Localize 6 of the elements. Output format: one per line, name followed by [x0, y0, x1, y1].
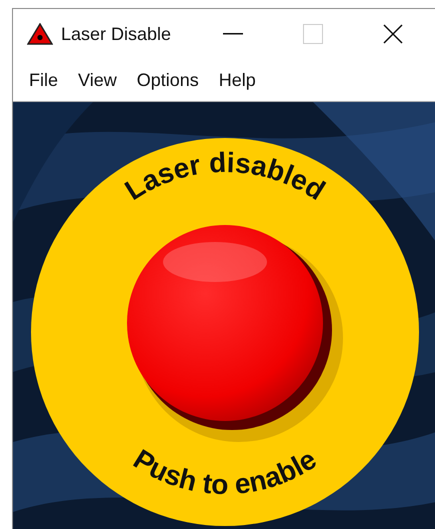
menu-item[interactable]: Options: [134, 66, 201, 94]
push-to-enable-label: Push to enable: [128, 443, 322, 500]
menu-item[interactable]: Help: [216, 66, 258, 94]
menu-item[interactable]: View: [76, 66, 119, 94]
menu-item[interactable]: File: [27, 66, 60, 94]
window-title: Laser Disable: [61, 22, 172, 46]
